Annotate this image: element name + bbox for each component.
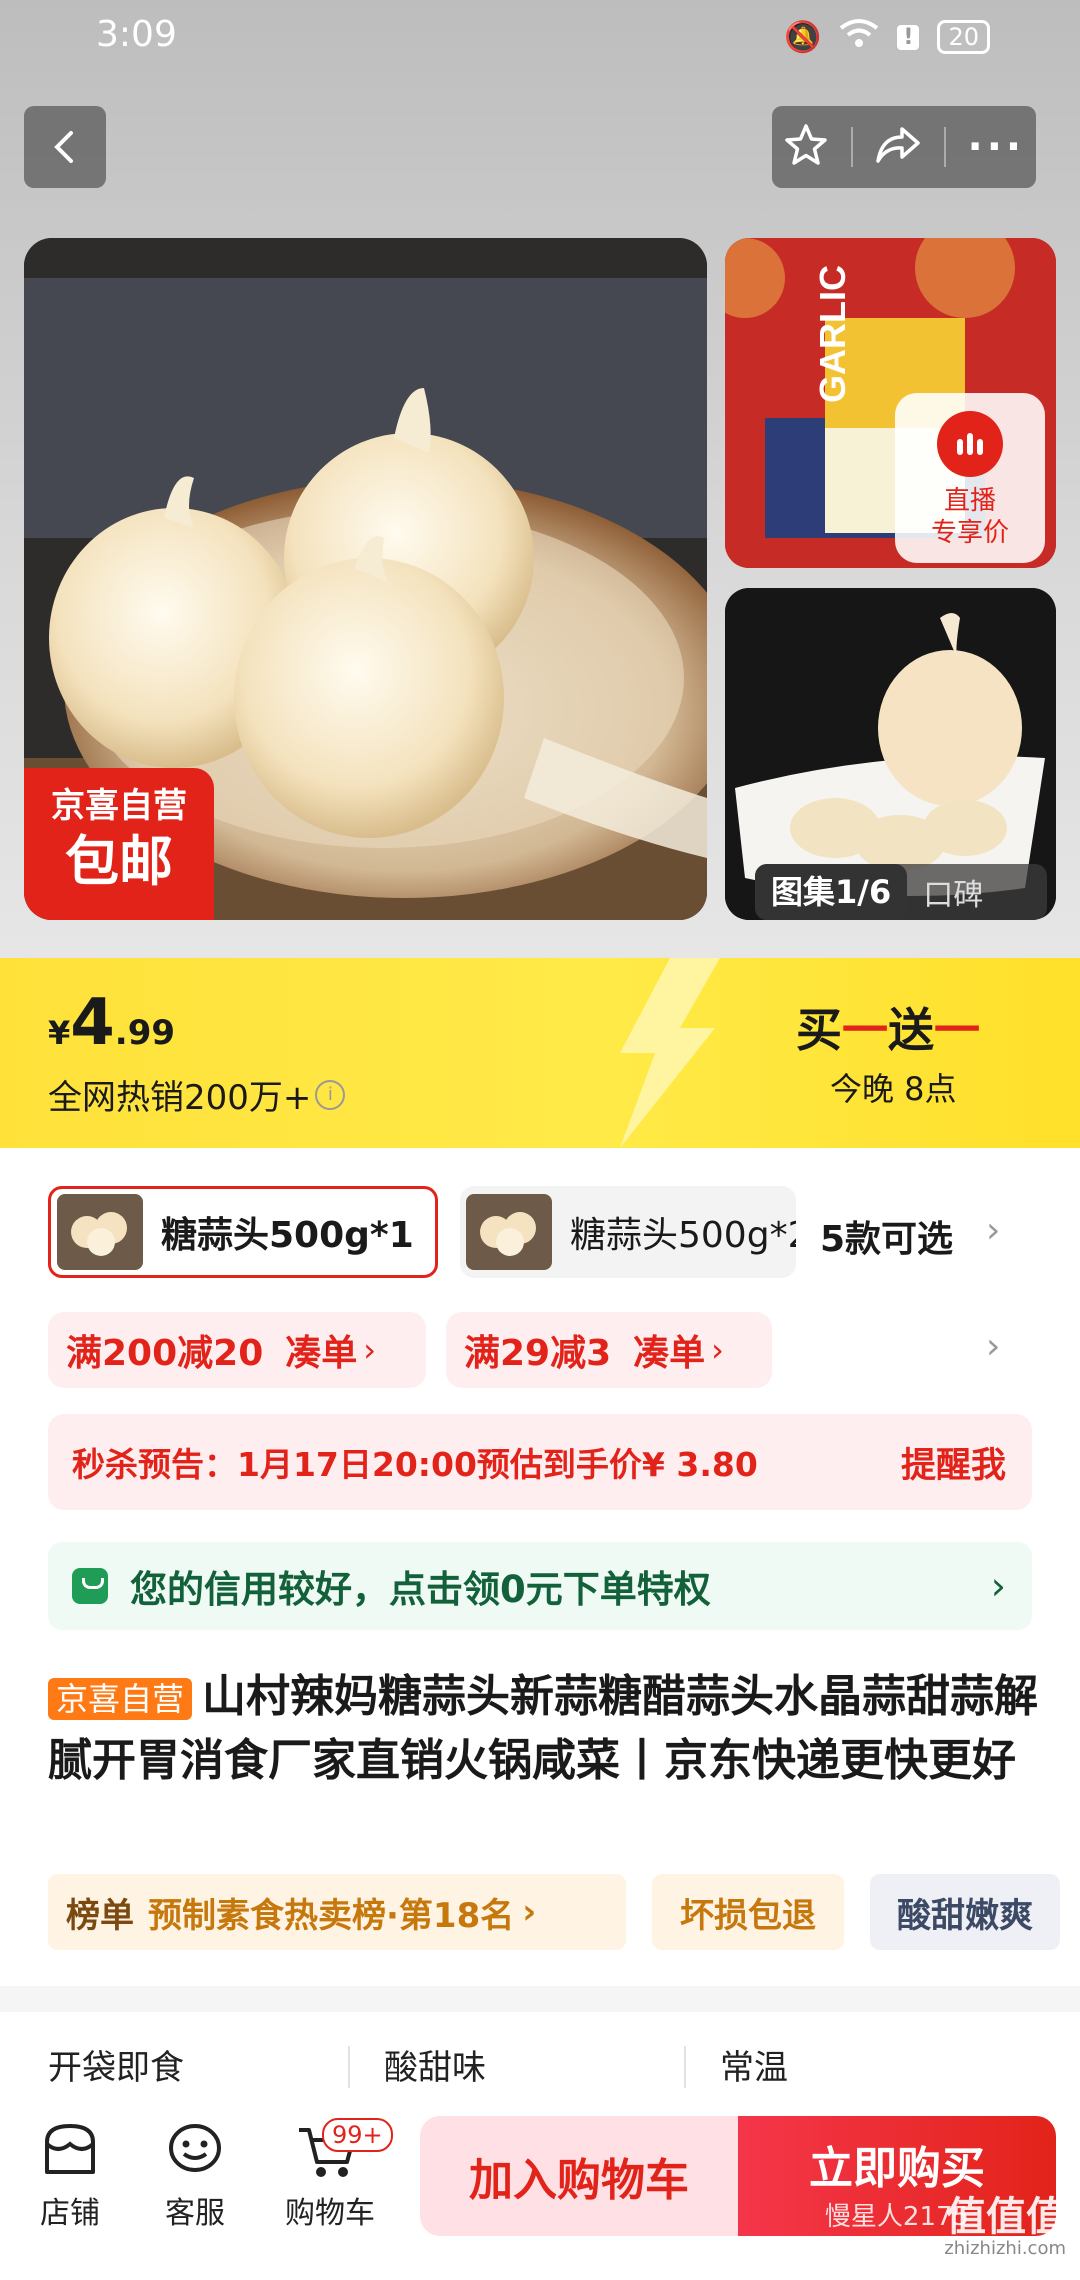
cart-count-badge: 99+ (322, 2118, 393, 2152)
refund-tag: 坏损包退 (652, 1874, 844, 1950)
share-icon[interactable] (874, 123, 922, 171)
buy-now-label: 立即购买 (809, 2143, 985, 2194)
service-tab[interactable]: 客服 (155, 2120, 235, 2232)
coupons-more-chevron-icon[interactable]: › (986, 1326, 1000, 1367)
add-to-cart-label: 加入购物车 (469, 2155, 689, 2206)
status-icons: 🔕 ! 20 (784, 18, 990, 56)
shopping-bag-icon (72, 1568, 108, 1604)
top-action-group: ··· (772, 106, 1036, 188)
chat-service-icon (169, 2124, 221, 2172)
live-label: 直播 (943, 486, 996, 516)
main-product-image[interactable]: 京喜自营 包邮 (24, 238, 707, 920)
live-icon (937, 411, 1003, 477)
status-time: 3:09 (96, 14, 177, 55)
price-currency: ¥ (48, 1014, 71, 1052)
gallery-counter[interactable]: 图集1/6 (755, 864, 908, 920)
attribute-item: 开袋即食 (48, 2048, 184, 2088)
battery-icon: 20 (937, 20, 990, 54)
store-tab[interactable]: 店铺 (30, 2120, 110, 2232)
remind-me-button[interactable]: 提醒我 (901, 1437, 1006, 1488)
section-divider (0, 1986, 1080, 2012)
back-button[interactable] (24, 106, 106, 188)
divider (943, 127, 946, 167)
product-title-text: 山村辣妈糖蒜头新蒜糖醋蒜头水晶蒜甜蒜解腻开胃消食厂家直销火锅咸菜丨京东快递更快更… (48, 1671, 1039, 1786)
coupon-action: 凑单 (285, 1333, 358, 1374)
chevron-right-icon[interactable]: › (986, 1210, 1000, 1251)
price: ¥ 4 .99 (48, 986, 175, 1060)
variant-count[interactable]: 5款可选 (820, 1210, 953, 1262)
price-band: ¥ 4 .99 全网热销200万+ i 买一送一 今晚 8点 (0, 958, 1080, 1148)
flash-sale-text: 秒杀预告：1月17日20:00预估到手价¥ 3.80 (72, 1445, 758, 1484)
variant-option-selected[interactable]: 糖蒜头500g*1 (48, 1186, 438, 1278)
promo-title: 买一送一 (796, 994, 980, 1060)
watermark-url: zhizhizhi.com (944, 2238, 1066, 2259)
badge-free-shipping: 包邮 (65, 830, 173, 893)
store-shipping-badge: 京喜自营 包邮 (24, 768, 214, 920)
credit-text: 您的信用较好，点击领0元下单特权 (130, 1568, 711, 1611)
wifi-icon (839, 18, 879, 56)
coupon-label: 满29减3 (464, 1333, 612, 1374)
live-price-button[interactable]: 直播 专享价 (895, 393, 1045, 563)
review-tab[interactable]: 口碑 (907, 870, 999, 914)
divider (850, 127, 853, 167)
more-icon[interactable]: ··· (968, 127, 1026, 167)
status-bar: 3:09 🔕 ! 20 (0, 0, 1080, 72)
pack-text: GARLIC (812, 265, 853, 403)
store-tag: 京喜自营 (48, 1678, 193, 1720)
coupon-action: 凑单 (633, 1333, 706, 1374)
flash-sale-notice: 秒杀预告：1月17日20:00预估到手价¥ 3.80 提醒我 (48, 1414, 1032, 1510)
attribute-item: 常温 (720, 2048, 788, 2088)
promo-one-b: 一 (934, 1003, 980, 1057)
variant-label: 糖蒜头500g*1 (161, 1215, 414, 1256)
live-price-label: 专享价 (930, 518, 1009, 548)
store-label: 店铺 (40, 2196, 100, 2231)
credit-banner[interactable]: 您的信用较好，点击领0元下单特权 › (48, 1542, 1032, 1630)
coupon-chip[interactable]: 满200减20 凑单 › (48, 1312, 426, 1388)
chevron-right-icon: › (522, 1892, 537, 1932)
mute-icon: 🔕 (784, 19, 822, 55)
bottom-action-bar: 店铺 客服 购物车 99+ 加入购物车 立即购买 慢星人2175 值值值 zhi… (0, 2088, 1080, 2280)
taste-tag: 酸甜嫩爽 (870, 1874, 1060, 1950)
attribute-item: 酸甜味 (384, 2048, 486, 2088)
promo-get: 送 (888, 1003, 934, 1057)
watermark: 值值值 zhizhizhi.com (944, 2196, 1066, 2259)
back-arrow-icon (54, 131, 73, 163)
product-title-block: 京喜自营 山村辣妈糖蒜头新蒜糖醋蒜头水晶蒜甜蒜解腻开胃消食厂家直销火锅咸菜丨京东快… (48, 1666, 1038, 1792)
price-integer: 4 (70, 986, 115, 1060)
variant-option[interactable]: 糖蒜头500g*2 (460, 1186, 796, 1278)
coupon-label: 满200减20 (66, 1333, 264, 1374)
side-image-live[interactable]: GARLIC 直播 专享价 (725, 238, 1056, 568)
sales-info: 全网热销200万+ i (48, 1070, 346, 1119)
ranking-text: 预制素食热卖榜·第18名 (148, 1895, 515, 1936)
ranking-prefix: 榜单 (66, 1895, 134, 1936)
add-to-cart-button[interactable]: 加入购物车 (420, 2116, 738, 2236)
promo-buy: 买 (796, 1003, 842, 1057)
side-image-garlic[interactable]: 图集1/6 口碑 (725, 588, 1056, 920)
chevron-right-icon: › (990, 1564, 1006, 1608)
cart-label: 购物车 (285, 2196, 375, 2231)
chevron-right-icon: › (363, 1331, 377, 1369)
ranking-tag[interactable]: 榜单 预制素食热卖榜·第18名 › (48, 1874, 626, 1950)
promo-one-a: 一 (842, 1003, 888, 1057)
badge-store-label: 京喜自营 (51, 786, 187, 826)
watermark-text: 值值值 (946, 2194, 1066, 2240)
promo-time: 今晚 8点 (830, 1070, 957, 1108)
chevron-right-icon: › (711, 1331, 724, 1369)
info-icon[interactable]: i (315, 1079, 346, 1110)
gallery-tabs: 图集1/6 口碑 (755, 864, 1047, 920)
sim-alert-icon: ! (897, 24, 920, 50)
product-title: 京喜自营 山村辣妈糖蒜头新蒜糖醋蒜头水晶蒜甜蒜解腻开胃消食厂家直销火锅咸菜丨京东快… (48, 1666, 1038, 1792)
price-decimal: .99 (114, 1013, 176, 1053)
lightning-icon (620, 958, 720, 1148)
coupon-chip[interactable]: 满29减3 凑单 › (446, 1312, 772, 1388)
favorite-star-icon[interactable] (783, 122, 829, 172)
store-icon (45, 2124, 95, 2174)
variant-thumbnail (466, 1194, 552, 1270)
variant-thumbnail (57, 1194, 143, 1270)
variant-label: 糖蒜头500g*2 (570, 1215, 796, 1256)
sales-text: 全网热销200万+ (48, 1078, 312, 1118)
service-label: 客服 (165, 2196, 225, 2231)
